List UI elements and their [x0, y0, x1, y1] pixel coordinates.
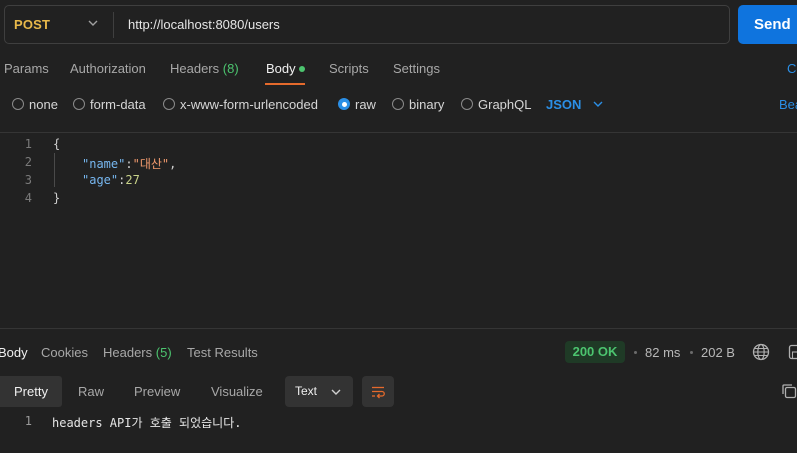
separator-dot — [634, 351, 637, 354]
modified-dot-icon — [299, 66, 305, 72]
response-tab-body[interactable]: Body — [0, 345, 28, 360]
radio-none-label[interactable]: none — [29, 97, 58, 112]
code-line[interactable]: "name":"대산", — [82, 155, 176, 172]
brace: } — [53, 191, 61, 205]
radio-urlencoded[interactable] — [163, 98, 175, 110]
visualize-button[interactable]: Visualize — [211, 384, 263, 399]
response-time[interactable]: 82 ms — [645, 345, 680, 360]
radio-form-data-label[interactable]: form-data — [90, 97, 146, 112]
text-format-select[interactable]: Text — [285, 376, 353, 407]
tab-body[interactable]: Body — [266, 61, 296, 76]
indent-guide — [54, 153, 55, 187]
radio-graphql[interactable] — [461, 98, 473, 110]
chevron-down-icon[interactable] — [330, 386, 342, 398]
format-select[interactable]: JSON — [546, 97, 581, 112]
response-tab-headers-label: Headers — [103, 345, 153, 360]
wrap-lines-icon — [372, 386, 385, 399]
radio-binary-label[interactable]: binary — [409, 97, 444, 112]
line-number: 4 — [24, 191, 32, 205]
divider — [0, 132, 797, 133]
code-line[interactable]: "age":27 — [82, 173, 140, 187]
tab-headers-label: Headers — [170, 61, 220, 76]
tab-params[interactable]: Params — [4, 61, 49, 76]
colon: : — [125, 157, 133, 171]
beautify-link[interactable]: Bea — [779, 97, 797, 112]
radio-raw-label[interactable]: raw — [355, 97, 376, 112]
line-number: 1 — [24, 414, 32, 428]
comma: , — [169, 157, 177, 171]
url-input[interactable]: http://localhost:8080/users — [128, 17, 280, 32]
radio-raw[interactable] — [338, 98, 350, 110]
line-number: 1 — [24, 137, 32, 151]
code-line[interactable]: } — [53, 191, 60, 205]
response-tab-cookies[interactable]: Cookies — [41, 345, 88, 360]
separator-dot — [690, 351, 693, 354]
line-number: 2 — [24, 155, 32, 169]
radio-graphql-label[interactable]: GraphQL — [478, 97, 531, 112]
tab-scripts[interactable]: Scripts — [329, 61, 369, 76]
headers-count: (8) — [222, 61, 239, 76]
response-tab-headers[interactable]: Headers (5) — [103, 345, 172, 360]
method-select[interactable]: POST — [14, 17, 50, 32]
json-key: "name" — [82, 157, 126, 171]
tab-authorization[interactable]: Authorization — [70, 61, 146, 76]
tab-settings[interactable]: Settings — [393, 61, 440, 76]
json-string: "대산" — [132, 157, 170, 171]
preview-button[interactable]: Preview — [134, 384, 180, 399]
active-tab-indicator — [265, 83, 305, 85]
copy-icon[interactable] — [781, 383, 797, 399]
json-number: 27 — [125, 173, 140, 187]
radio-none[interactable] — [12, 98, 24, 110]
tab-headers[interactable]: Headers (8) — [170, 61, 239, 76]
response-size[interactable]: 202 B — [701, 345, 735, 360]
raw-button[interactable]: Raw — [78, 384, 104, 399]
send-button[interactable]: Send — [738, 5, 797, 44]
radio-form-data[interactable] — [73, 98, 85, 110]
code-line[interactable]: { — [53, 137, 60, 151]
chevron-down-icon[interactable] — [592, 98, 604, 110]
status-badge[interactable]: 200 OK — [565, 341, 625, 363]
headers-count: (5) — [155, 345, 172, 360]
cookies-link[interactable]: Co — [787, 61, 797, 76]
globe-icon[interactable] — [752, 343, 770, 361]
line-number: 3 — [24, 173, 32, 187]
json-key: "age" — [82, 173, 119, 187]
radio-urlencoded-label[interactable]: x-www-form-urlencoded — [180, 97, 318, 112]
brace: { — [53, 137, 61, 151]
pretty-button[interactable]: Pretty — [0, 376, 62, 407]
divider — [113, 12, 114, 38]
wrap-lines-button[interactable] — [362, 376, 394, 407]
save-response-icon[interactable] — [788, 344, 797, 360]
chevron-down-icon[interactable] — [86, 16, 100, 30]
radio-binary[interactable] — [392, 98, 404, 110]
divider — [0, 328, 797, 329]
response-body-text[interactable]: headers API가 호출 되었습니다. — [52, 414, 241, 431]
response-tab-test-results[interactable]: Test Results — [187, 345, 258, 360]
